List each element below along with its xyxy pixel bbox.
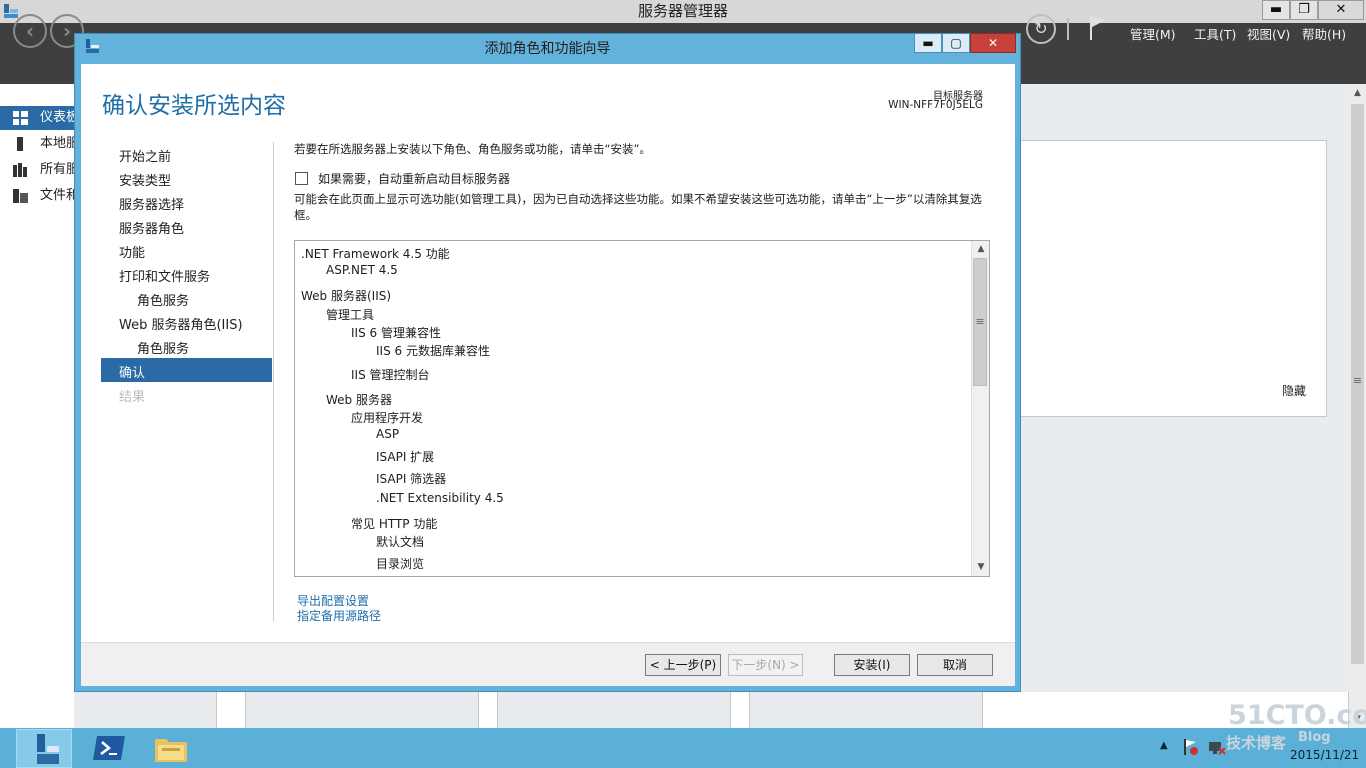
- server-manager-title: 服务器管理器: [637, 2, 728, 20]
- sm-minimize-button[interactable]: ▬: [1262, 0, 1290, 20]
- list-item: .NET Framework 4.5 功能: [301, 247, 450, 261]
- nav-item-installation-type[interactable]: 安装类型: [119, 170, 171, 189]
- menu-tools[interactable]: 工具(T): [1194, 24, 1236, 43]
- list-item: ASP.NET 4.5: [326, 263, 398, 277]
- grip-icon: ≡: [975, 315, 985, 328]
- server-manager-icon: [37, 734, 59, 764]
- wizard-minimize-button[interactable]: ▬: [914, 33, 942, 53]
- alternate-source-path-link[interactable]: 指定备用源路径: [297, 607, 381, 624]
- wizard-maximize-button[interactable]: ▢: [942, 33, 970, 53]
- watermark-logo: 51CTO.com: [1228, 700, 1366, 731]
- back-arrow-icon[interactable]: ‹: [13, 14, 47, 48]
- action-center-flag-icon[interactable]: [1182, 738, 1200, 756]
- nav-divider: [273, 142, 274, 622]
- list-item: 常见 HTTP 功能: [351, 517, 438, 531]
- selected-features-list: .NET Framework 4.5 功能 ASP.NET 4.5 Web 服务…: [294, 240, 990, 577]
- nav-item-server-roles[interactable]: 服务器角色: [119, 218, 184, 237]
- sidebar-item-label: 所有服务器: [40, 162, 74, 177]
- list-item: 管理工具: [326, 308, 375, 322]
- nav-item-confirmation[interactable]: 确认: [119, 362, 145, 381]
- nav-item-results: 结果: [119, 390, 146, 405]
- powershell-icon[interactable]: [92, 734, 126, 762]
- file-explorer-icon[interactable]: [154, 734, 188, 764]
- taskbar-date: 2015/11/21: [1290, 748, 1360, 762]
- sidebar-item-label: 文件和存储服务: [40, 188, 74, 203]
- nav-item-before-you-begin[interactable]: 开始之前: [119, 146, 171, 165]
- scrollbar-thumb[interactable]: ≡: [973, 258, 987, 386]
- servers-icon: [13, 163, 27, 177]
- nav-item-print-file-services[interactable]: 打印和文件服务: [119, 266, 210, 285]
- scroll-up-arrow-icon[interactable]: ▲: [1349, 88, 1366, 98]
- scroll-down-arrow-icon[interactable]: ▼: [972, 562, 990, 572]
- list-item: IIS 6 元数据库兼容性: [376, 344, 490, 358]
- wizard-title: 添加角色和功能向导: [484, 41, 611, 57]
- install-button[interactable]: 安装(I): [834, 654, 910, 676]
- list-item: 目录浏览: [376, 557, 425, 571]
- sidebar-item-dashboard[interactable]: 仪表板: [0, 106, 74, 130]
- watermark-logo: Blog: [1298, 730, 1331, 745]
- sidebar-item-file-storage[interactable]: 文件和存储服务: [0, 184, 74, 208]
- background-panel: [478, 692, 498, 728]
- list-item: IIS 管理控制台: [351, 368, 430, 382]
- network-icon[interactable]: [1208, 738, 1226, 756]
- menu-manage[interactable]: 管理(M): [1130, 24, 1176, 43]
- server-icon: [17, 137, 23, 151]
- dashboard-icon: [13, 111, 28, 125]
- cancel-button[interactable]: 取消: [917, 654, 993, 676]
- sidebar-item-label: 仪表板: [40, 110, 74, 125]
- notifications-flag-icon[interactable]: [1088, 15, 1108, 41]
- sidebar-item-label: 本地服务器: [40, 136, 74, 151]
- menu-view[interactable]: 视图(V): [1247, 24, 1290, 43]
- taskbar-server-manager-button[interactable]: [16, 729, 72, 768]
- grip-icon: ≡: [1352, 374, 1363, 387]
- wizard-close-button[interactable]: ✕: [970, 33, 1016, 53]
- nav-item-server-selection[interactable]: 服务器选择: [119, 194, 184, 213]
- dashboard-tile: [1020, 140, 1327, 417]
- restart-checkbox[interactable]: [295, 172, 308, 185]
- watermark-logo: 技术博客: [1226, 734, 1287, 752]
- sidebar-item-all-servers[interactable]: 所有服务器: [0, 158, 74, 182]
- scroll-up-arrow-icon[interactable]: ▲: [972, 244, 990, 254]
- sm-maximize-button[interactable]: ❐: [1290, 0, 1318, 20]
- nav-item-role-services[interactable]: 角色服务: [137, 290, 189, 309]
- optional-features-note: 可能会在此页面上显示可选功能(如管理工具)，因为已自动选择这些功能。如果不希望安…: [294, 192, 982, 222]
- previous-button[interactable]: < 上一步(P): [645, 654, 721, 676]
- list-item: ISAPI 筛选器: [376, 472, 447, 486]
- list-item: ASP: [376, 427, 400, 441]
- list-item: Web 服务器: [326, 393, 392, 407]
- list-item: IIS 6 管理兼容性: [351, 326, 441, 340]
- page-title: 确认安装所选内容: [102, 93, 286, 119]
- menu-help[interactable]: 帮助(H): [1302, 24, 1346, 43]
- hide-link[interactable]: 隐藏: [1282, 382, 1306, 399]
- server-manager-sidebar: 仪表板 本地服务器 所有服务器 文件和存储服务: [0, 84, 74, 728]
- sm-close-button[interactable]: ✕: [1318, 0, 1364, 20]
- refresh-icon[interactable]: ↻: [1026, 14, 1056, 44]
- sidebar-item-local-server[interactable]: 本地服务器: [0, 132, 74, 156]
- list-item: 默认文档: [376, 535, 425, 549]
- target-server-name: WIN-NFF7F0J5ELG: [888, 99, 983, 111]
- list-item: .NET Extensibility 4.5: [376, 491, 504, 505]
- next-button: 下一步(N) >: [728, 654, 803, 676]
- nav-item-features[interactable]: 功能: [119, 242, 145, 261]
- list-item: 应用程序开发: [351, 411, 424, 425]
- restart-checkbox-label[interactable]: 如果需要，自动重新启动目标服务器: [318, 170, 510, 187]
- file-storage-icon: [13, 189, 28, 203]
- list-item: ISAPI 扩展: [376, 450, 435, 464]
- scrollbar-thumb[interactable]: ≡: [1351, 104, 1364, 664]
- list-item: Web 服务器(IIS): [301, 289, 392, 303]
- nav-item-role-services[interactable]: 角色服务: [137, 338, 189, 357]
- instruction-text: 若要在所选服务器上安装以下角色、角色服务或功能，请单击“安装”。: [294, 142, 651, 156]
- nav-item-web-server-role[interactable]: Web 服务器角色(IIS): [119, 314, 243, 333]
- tray-expand-icon[interactable]: ▲: [1160, 740, 1168, 751]
- background-panel: [216, 692, 246, 728]
- background-panel: [730, 692, 750, 728]
- toolbar-separator: [1067, 18, 1069, 40]
